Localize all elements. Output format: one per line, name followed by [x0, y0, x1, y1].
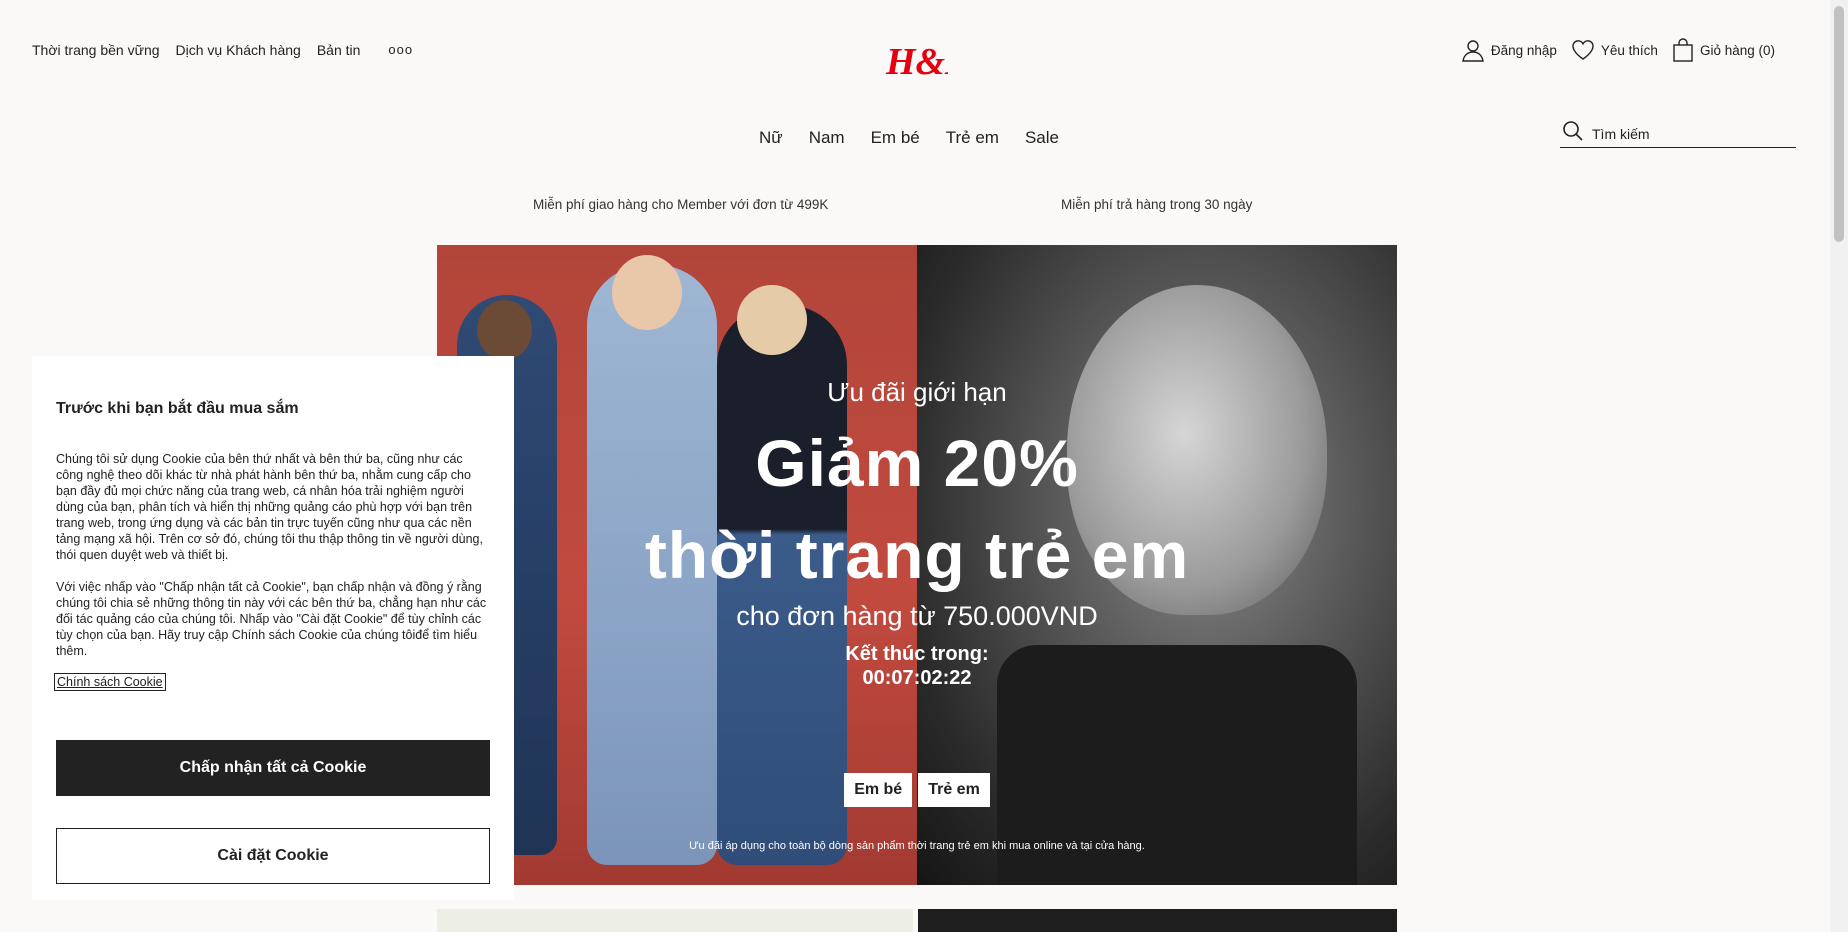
next-banners-preview: [437, 909, 1397, 932]
hero-button-baby[interactable]: Em bé: [844, 773, 913, 807]
nav-item-men[interactable]: Nam: [809, 126, 845, 150]
main-nav: Nữ Nam Em bé Trẻ em Sale: [0, 126, 1830, 150]
hero-banner[interactable]: Ưu đãi giới hạn Giảm 20% thời trang trẻ …: [437, 245, 1397, 885]
top-links: Thời trang bền vững Dịch vụ Khách hàng B…: [32, 42, 413, 58]
accept-all-cookies-button[interactable]: Chấp nhận tất cả Cookie: [56, 740, 490, 796]
search-input[interactable]: [1592, 125, 1782, 142]
favorites-button[interactable]: Yêu thích: [1571, 39, 1658, 61]
cookie-consent-dialog: Trước khi bạn bắt đầu mua sắm Chúng tôi …: [32, 356, 514, 900]
scrollbar-thumb[interactable]: [1834, 6, 1844, 242]
logo-text: H&M: [885, 41, 948, 83]
cookie-body: Chúng tôi sử dụng Cookie của bên thứ nhấ…: [56, 451, 492, 675]
cookie-policy-link[interactable]: Chính sách Cookie: [54, 673, 166, 691]
cart-label: Giỏ hàng (0): [1699, 42, 1775, 58]
nav-item-sale[interactable]: Sale: [1025, 126, 1059, 150]
nav-item-women[interactable]: Nữ: [759, 126, 783, 150]
nav-item-kids[interactable]: Trẻ em: [946, 126, 999, 150]
login-button[interactable]: Đăng nhập: [1461, 38, 1557, 62]
more-menu-button[interactable]: ooo: [388, 42, 413, 58]
promo-free-returns[interactable]: Miễn phí trả hàng trong 30 ngày: [1061, 197, 1252, 212]
hero-note: Ưu đãi áp dụng cho toàn bộ dòng sản phẩm…: [689, 840, 1145, 852]
nav-item-baby[interactable]: Em bé: [871, 126, 920, 150]
next-banner-left[interactable]: [437, 909, 913, 932]
next-banner-right[interactable]: [918, 909, 1397, 932]
hero-button-kids[interactable]: Trẻ em: [918, 773, 990, 807]
cookie-paragraph-2: Với việc nhấp vào "Chấp nhận tất cả Cook…: [56, 580, 487, 658]
cookie-paragraph-1: Chúng tôi sử dụng Cookie của bên thứ nhấ…: [56, 452, 483, 562]
shopping-bag-icon: [1672, 38, 1694, 62]
site-header: Thời trang bền vững Dịch vụ Khách hàng B…: [0, 0, 1830, 100]
page-scrollbar[interactable]: [1830, 0, 1848, 932]
favorites-label: Yêu thích: [1600, 42, 1658, 58]
hero-countdown-timer: 00:07:02:22: [862, 667, 972, 689]
hero-subline: cho đơn hàng từ 750.000VND: [736, 601, 1098, 631]
top-link-newsletter[interactable]: Bản tin: [317, 42, 361, 58]
promo-free-shipping[interactable]: Miễn phí giao hàng cho Member với đơn từ…: [533, 197, 828, 212]
cookie-settings-button[interactable]: Cài đặt Cookie: [56, 828, 490, 884]
user-icon: [1461, 38, 1485, 62]
hero-kicker: Ưu đãi giới hạn: [827, 377, 1007, 407]
hm-logo[interactable]: H&M: [884, 36, 980, 84]
hero-countdown-label: Kết thúc trong:: [845, 643, 989, 665]
hero-headline-2: thời trang trẻ em: [644, 518, 1190, 592]
top-link-sustainability[interactable]: Thời trang bền vững: [32, 42, 160, 58]
hero-headline: Giảm 20%: [755, 426, 1079, 500]
search-icon[interactable]: [1562, 120, 1584, 147]
search-bar: [1560, 120, 1796, 148]
cart-button[interactable]: Giỏ hàng (0): [1672, 38, 1775, 62]
top-link-customer-service[interactable]: Dịch vụ Khách hàng: [176, 42, 301, 58]
hero-buttons: Em bé Trẻ em: [437, 773, 1397, 807]
login-label: Đăng nhập: [1490, 42, 1557, 58]
hero-text: Ưu đãi giới hạn Giảm 20% thời trang trẻ …: [437, 245, 1397, 885]
cookie-title: Trước khi bạn bắt đầu mua sắm: [56, 400, 299, 417]
heart-icon: [1571, 39, 1595, 61]
header-actions: Đăng nhập Yêu thích Giỏ hàng (0): [1461, 38, 1775, 62]
